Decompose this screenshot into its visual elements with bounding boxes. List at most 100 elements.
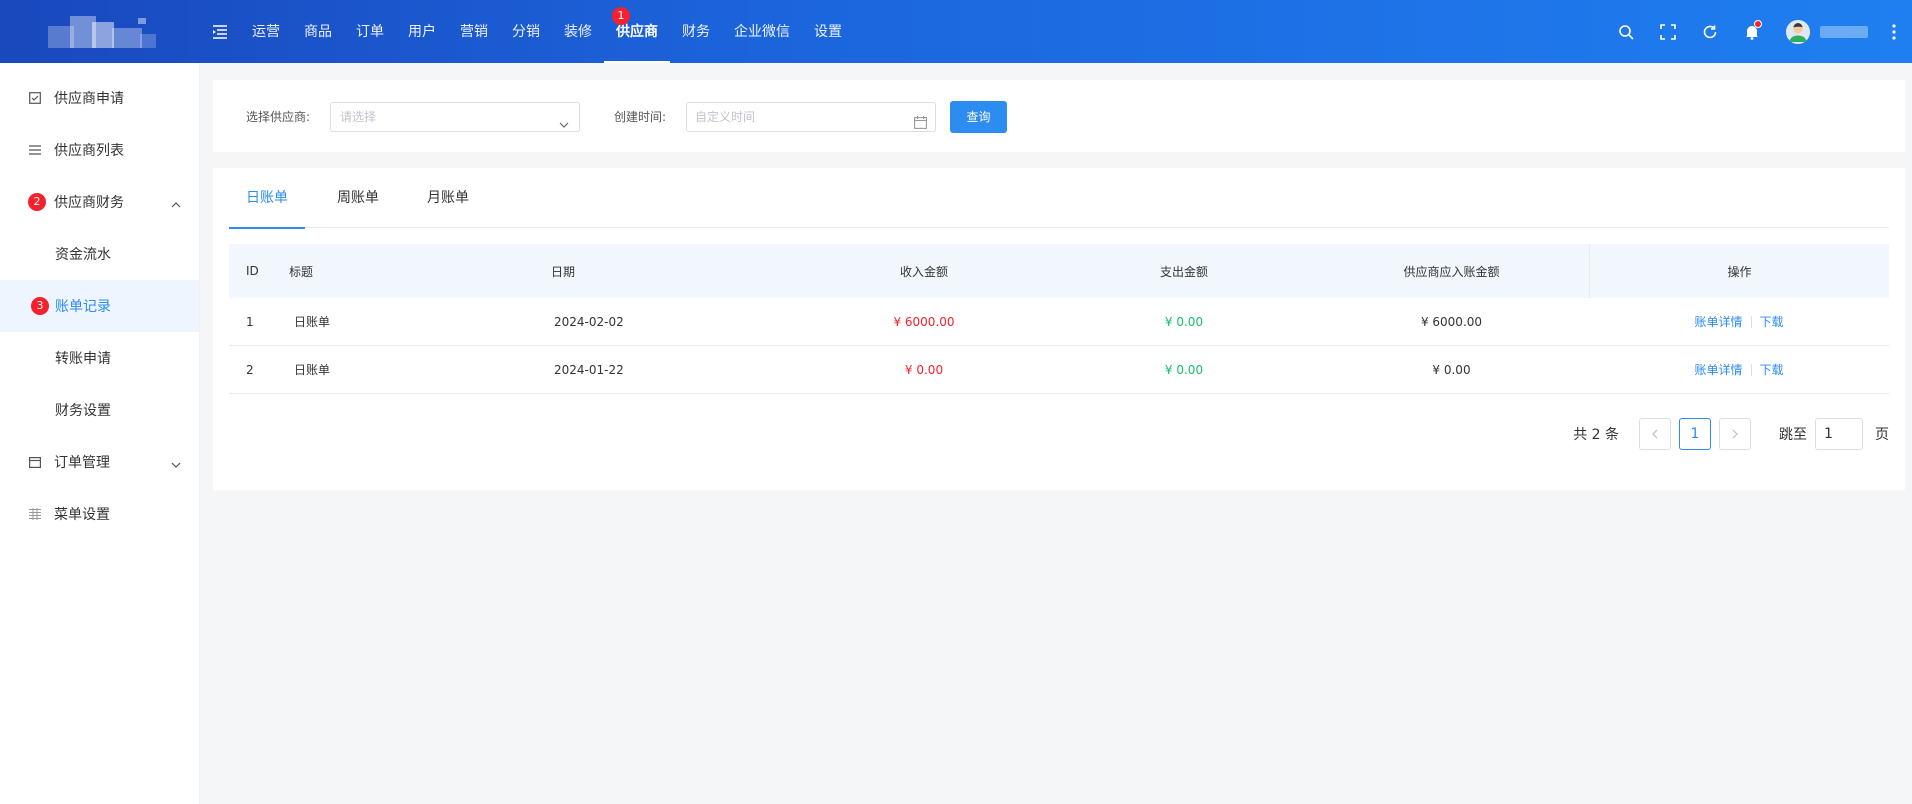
- supplier-select-placeholder: 请选择: [340, 110, 377, 124]
- cell-title: 日账单: [294, 315, 331, 329]
- tab-monthly-bill[interactable]: 月账单: [410, 168, 486, 228]
- cell-actions: 账单详情 下载: [1589, 298, 1889, 345]
- table-row: 2 日账单 2024-01-22 ¥ 0.00 ¥ 0.00 ¥ 0.00 账单…: [229, 346, 1889, 394]
- cell-supplier-amount: ¥ 6000.00: [1420, 314, 1483, 329]
- search-icon[interactable]: [1616, 22, 1636, 42]
- chevron-down-icon: [559, 112, 569, 140]
- sidebar: 供应商申请 供应商列表 2 供应商财务 资金流水 3 账单记录 转账申请 财务设…: [0, 63, 200, 804]
- tab-daily-bill[interactable]: 日账单: [229, 168, 305, 229]
- top-toolbar: [1594, 0, 1912, 63]
- cell-expense: ¥ 0.00: [1164, 362, 1204, 377]
- divider: [1750, 363, 1752, 376]
- col-header-actions: 操作: [1589, 244, 1889, 298]
- sidebar-item-supplier-list[interactable]: 供应商列表: [0, 124, 199, 176]
- table-row: 1 日账单 2024-02-02 ¥ 6000.00 ¥ 0.00 ¥ 6000…: [229, 298, 1889, 346]
- page-jump: 跳至 1 页: [1779, 418, 1889, 450]
- col-header-id: ID: [246, 264, 259, 278]
- cell-id: 2: [246, 362, 254, 377]
- page-unit-label: 页: [1875, 427, 1889, 443]
- tab-weekly-bill[interactable]: 周账单: [320, 168, 396, 228]
- grid-icon: [28, 507, 42, 521]
- sidebar-item-order-management[interactable]: 订单管理: [0, 436, 199, 488]
- list-icon: [28, 143, 42, 157]
- username-blurred[interactable]: [1820, 25, 1868, 38]
- nav-item-decoration[interactable]: 装修: [552, 0, 604, 63]
- bill-tabs: 日账单 周账单 月账单: [229, 168, 1889, 229]
- step-badge: 2: [28, 193, 46, 211]
- cell-title: 日账单: [294, 363, 331, 377]
- sidebar-item-supplier-finance[interactable]: 2 供应商财务: [0, 176, 199, 228]
- pagination: 共 2 条 1 跳至 1 页: [1573, 418, 1889, 450]
- sidebar-item-menu-settings[interactable]: 菜单设置: [0, 488, 199, 540]
- col-header-income: 收入金额: [899, 264, 948, 279]
- cell-date: 2024-01-22: [554, 362, 624, 377]
- query-button[interactable]: 查询: [950, 101, 1007, 133]
- nav-item-products[interactable]: 商品: [292, 0, 344, 63]
- download-link[interactable]: 下载: [1760, 361, 1784, 378]
- sidebar-item-bill-records[interactable]: 3 账单记录: [0, 280, 199, 332]
- next-page-button[interactable]: [1719, 418, 1751, 450]
- calendar-icon: [914, 111, 927, 139]
- checkbox-icon: [28, 91, 42, 105]
- sidebar-item-finance-settings[interactable]: 财务设置: [0, 384, 199, 436]
- filter-panel: 选择供应商: 请选择 创建时间: 自定义时间 查询: [213, 80, 1905, 152]
- divider: [1750, 315, 1752, 328]
- cell-date: 2024-02-02: [554, 314, 624, 329]
- cell-id: 1: [246, 314, 254, 329]
- cell-income: ¥ 6000.00: [893, 314, 955, 329]
- nav-item-supplier[interactable]: 供应商 1: [604, 0, 670, 63]
- top-navbar: 运营 商品 订单 用户 营销 分销 装修 供应商 1 财务 企业微信 设置: [0, 0, 1912, 63]
- page-jump-input[interactable]: 1: [1815, 418, 1863, 450]
- col-header-title: 标题: [289, 264, 314, 279]
- chevron-down-icon: [171, 456, 181, 472]
- bell-icon[interactable]: [1742, 19, 1762, 42]
- supplier-select[interactable]: 请选择: [330, 102, 580, 132]
- prev-page-button[interactable]: [1639, 418, 1671, 450]
- download-link[interactable]: 下载: [1760, 313, 1784, 330]
- bill-records-card: 日账单 周账单 月账单 ID 标题 日期 收入金额 支出金额 供应商应入账金额 …: [213, 168, 1905, 490]
- step-badge: 1: [612, 7, 630, 25]
- nav-item-distribution[interactable]: 分销: [500, 0, 552, 63]
- nav-item-marketing[interactable]: 营销: [448, 0, 500, 63]
- sidebar-item-transfer-application[interactable]: 转账申请: [0, 332, 199, 384]
- sidebar-item-supplier-application[interactable]: 供应商申请: [0, 72, 199, 124]
- bill-table: ID 标题 日期 收入金额 支出金额 供应商应入账金额 操作 1 日账单 202…: [229, 244, 1889, 394]
- nav-item-orders[interactable]: 订单: [344, 0, 396, 63]
- cell-expense: ¥ 0.00: [1164, 314, 1204, 329]
- nav-item-finance[interactable]: 财务: [670, 0, 722, 63]
- page-button-current[interactable]: 1: [1679, 418, 1711, 450]
- logo: [40, 12, 160, 52]
- create-time-placeholder: 自定义时间: [695, 110, 756, 124]
- create-time-label: 创建时间:: [614, 110, 667, 124]
- table-header: ID 标题 日期 收入金额 支出金额 供应商应入账金额 操作: [229, 244, 1889, 298]
- supplier-label: 选择供应商:: [246, 110, 311, 124]
- menu-collapse-icon[interactable]: [212, 24, 228, 40]
- nav-item-wecom[interactable]: 企业微信: [722, 0, 802, 63]
- window-icon: [28, 455, 42, 469]
- cell-supplier-amount: ¥ 0.00: [1432, 362, 1471, 377]
- bill-detail-link[interactable]: 账单详情: [1694, 361, 1742, 378]
- step-badge: 3: [31, 297, 49, 315]
- bill-detail-link[interactable]: 账单详情: [1694, 313, 1742, 330]
- cell-income: ¥ 0.00: [904, 362, 944, 377]
- avatar[interactable]: [1786, 19, 1810, 44]
- col-header-expense: 支出金额: [1159, 264, 1208, 279]
- chevron-right-icon: [1732, 429, 1738, 439]
- notification-dot: [1754, 19, 1762, 28]
- nav-item-settings[interactable]: 设置: [802, 0, 854, 63]
- chevron-left-icon: [1652, 429, 1658, 439]
- top-nav: 运营 商品 订单 用户 营销 分销 装修 供应商 1 财务 企业微信 设置: [240, 0, 854, 63]
- create-time-picker[interactable]: 自定义时间: [686, 102, 936, 132]
- page-jump-label: 跳至: [1779, 427, 1807, 443]
- fullscreen-icon[interactable]: [1658, 22, 1678, 42]
- chevron-up-icon: [171, 196, 181, 212]
- col-header-supplier-amount: 供应商应入账金额: [1403, 264, 1500, 279]
- nav-item-operations[interactable]: 运营: [240, 0, 292, 63]
- sidebar-item-fund-flow[interactable]: 资金流水: [0, 228, 199, 280]
- more-icon[interactable]: [1884, 22, 1904, 42]
- pagination-total: 共 2 条: [1573, 427, 1619, 443]
- col-header-date: 日期: [551, 264, 576, 279]
- cell-actions: 账单详情 下载: [1589, 346, 1889, 393]
- nav-item-users[interactable]: 用户: [396, 0, 448, 63]
- refresh-icon[interactable]: [1700, 22, 1720, 42]
